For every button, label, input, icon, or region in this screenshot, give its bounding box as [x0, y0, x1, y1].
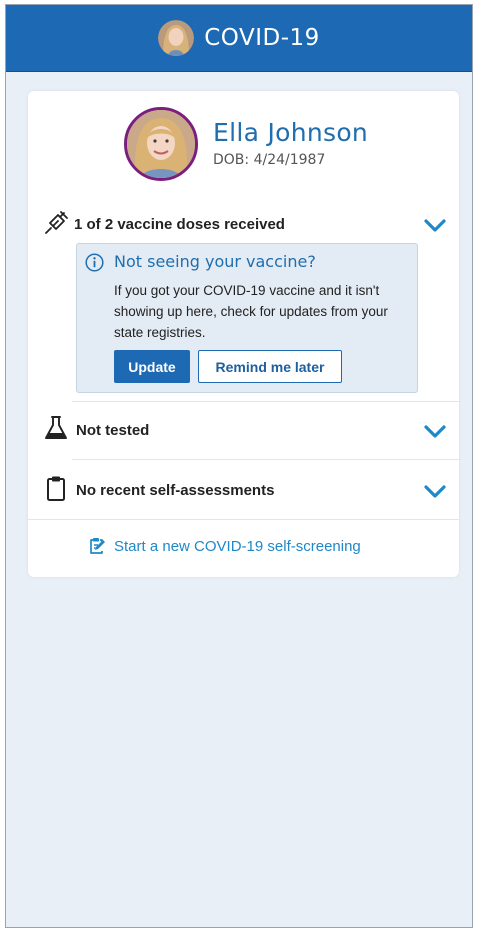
patient-name: Ella Johnson — [213, 118, 369, 147]
assessment-status-row[interactable]: No recent self-assessments — [28, 469, 459, 509]
syringe-icon — [42, 209, 70, 237]
covid-status-card: Ella Johnson DOB: 4/24/1987 1 of 2 vacci… — [28, 91, 459, 577]
avatar-icon — [158, 20, 195, 56]
testing-status-row[interactable]: Not tested — [28, 409, 459, 449]
avatar-icon — [127, 110, 195, 178]
divider — [72, 459, 459, 460]
header-avatar[interactable] — [158, 20, 195, 56]
vaccine-status-row[interactable]: 1 of 2 vaccine doses received — [28, 205, 459, 241]
app-window: COVID-19 Ella Johnson DOB: 4/24/1987 1 o… — [5, 4, 473, 928]
notice-title: Not seeing your vaccine? — [114, 252, 316, 271]
update-button[interactable]: Update — [114, 350, 190, 383]
edit-clipboard-icon — [88, 537, 106, 555]
clipboard-icon — [42, 474, 70, 502]
patient-avatar — [124, 107, 198, 181]
vaccine-status-label: 1 of 2 vaccine doses received — [74, 216, 285, 233]
app-header: COVID-19 — [6, 5, 472, 72]
patient-dob: DOB: 4/24/1987 — [213, 152, 326, 168]
info-icon — [85, 253, 104, 272]
chevron-down-icon[interactable] — [423, 218, 447, 234]
notice-body: If you got your COVID-19 vaccine and it … — [114, 283, 388, 340]
assessment-status-label: No recent self-assessments — [76, 482, 275, 499]
divider — [28, 519, 459, 520]
chevron-down-icon[interactable] — [423, 484, 447, 500]
chevron-down-icon[interactable] — [423, 424, 447, 440]
testing-status-label: Not tested — [76, 422, 150, 439]
vaccine-notice: Not seeing your vaccine? If you got your… — [76, 243, 418, 393]
flask-icon — [42, 414, 70, 442]
start-self-screening-link[interactable]: Start a new COVID-19 self-screening — [88, 537, 361, 555]
divider — [72, 401, 459, 402]
remind-later-button[interactable]: Remind me later — [198, 350, 342, 383]
page-title: COVID-19 — [204, 25, 320, 51]
start-self-screening-label: Start a new COVID-19 self-screening — [114, 537, 361, 555]
